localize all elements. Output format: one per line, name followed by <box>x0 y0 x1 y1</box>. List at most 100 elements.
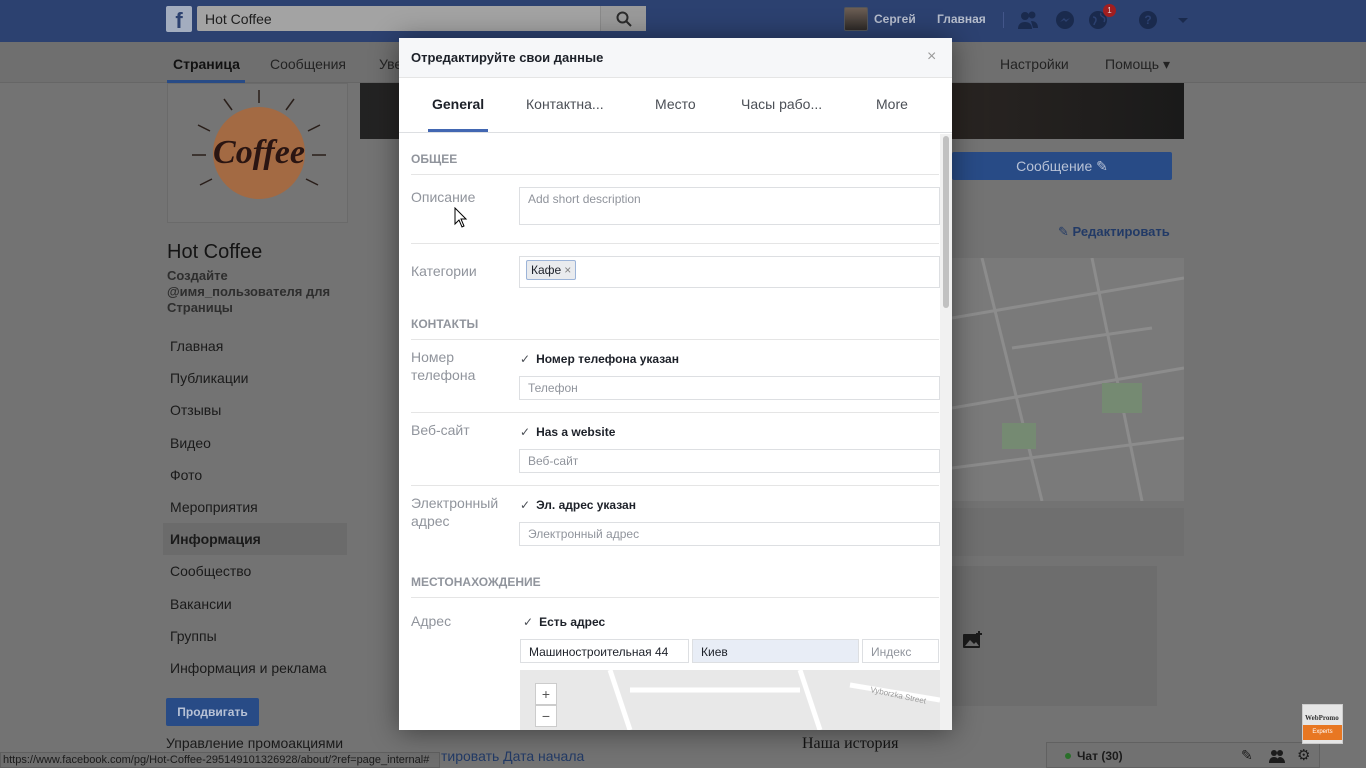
notification-badge: 1 <box>1103 4 1116 17</box>
checkmark-icon: ✓ <box>520 425 531 439</box>
dialog-title: Отредактируйте свои данные <box>411 50 604 65</box>
street-input[interactable]: Машиностроительная 44 <box>520 639 689 663</box>
message-button[interactable]: Сообщение ✎ <box>952 152 1172 180</box>
dialog-content: ОБЩЕЕ Описание Add short description Кат… <box>399 134 940 730</box>
website-checkbox[interactable]: ✓ Has a website <box>520 425 615 439</box>
phone-checkbox[interactable]: ✓ Номер телефона указан <box>520 352 679 366</box>
tab-more[interactable]: More <box>876 96 908 112</box>
city-input[interactable]: Киев <box>692 639 859 663</box>
sidebar-item-posts[interactable]: Публикации <box>163 362 347 394</box>
address-label: Адрес <box>411 613 452 629</box>
svg-text:?: ? <box>1144 13 1151 27</box>
close-icon[interactable]: × <box>927 48 936 66</box>
sidebar-item-home[interactable]: Главная <box>163 330 347 362</box>
home-link[interactable]: Главная <box>937 12 986 26</box>
group-chat-icon[interactable] <box>1269 748 1285 764</box>
edit-start-date-link[interactable]: тировать Дата начала <box>441 748 584 764</box>
categories-label: Категории <box>411 263 477 279</box>
email-checkbox-label: Эл. адрес указан <box>536 498 636 512</box>
profile-link[interactable]: Сергей <box>874 12 916 26</box>
add-photo-icon[interactable] <box>962 630 984 650</box>
email-label: Электронный адрес <box>411 495 499 529</box>
map-streets-graphic <box>952 258 1184 501</box>
compose-icon[interactable]: ✎ <box>1241 747 1253 764</box>
search-input[interactable]: Hot Coffee <box>205 11 272 27</box>
tab-contacts[interactable]: Контактна... <box>526 96 604 112</box>
tab-general[interactable]: General <box>432 96 484 112</box>
search-button[interactable] <box>600 6 646 31</box>
messenger-icon[interactable] <box>1054 9 1076 31</box>
friends-icon[interactable] <box>1017 9 1039 31</box>
zip-input[interactable]: Индекс <box>862 639 939 663</box>
edit-link-label: Редактировать <box>1072 224 1170 239</box>
dialog-tabs: General Контактна... Место Часы рабо... … <box>399 78 952 133</box>
category-tag: Кафе × <box>526 260 577 280</box>
search-box[interactable]: Hot Coffee <box>197 6 646 31</box>
location-map[interactable] <box>952 258 1184 501</box>
sidebar-item-community[interactable]: Сообщество <box>163 555 347 587</box>
description-input[interactable]: Add short description <box>519 187 940 225</box>
map-zoom-in-button[interactable]: + <box>535 683 557 705</box>
avatar[interactable] <box>844 7 868 31</box>
promote-button[interactable]: Продвигать <box>166 698 259 726</box>
logo-text: Coffee <box>213 134 305 171</box>
address-checkbox-label: Есть адрес <box>539 615 606 629</box>
caret-down-icon[interactable] <box>1172 9 1194 31</box>
website-placeholder: Веб-сайт <box>528 454 579 468</box>
chat-bar[interactable]: Чат (30) ✎ ⚙ <box>1046 742 1320 768</box>
info-panel <box>952 508 1184 556</box>
tab-hours[interactable]: Часы рабо... <box>741 96 822 112</box>
left-nav: Главная Публикации Отзывы Видео Фото Мер… <box>163 330 347 684</box>
sidebar-item-reviews[interactable]: Отзывы <box>163 394 347 426</box>
divider <box>1003 12 1004 28</box>
sidebar-item-photos[interactable]: Фото <box>163 459 347 491</box>
divider <box>411 243 939 244</box>
tab-settings[interactable]: Настройки <box>1000 56 1069 72</box>
tab-messages[interactable]: Сообщения <box>270 56 346 72</box>
email-checkbox[interactable]: ✓ Эл. адрес указан <box>520 498 636 512</box>
watermark-logo: WebPromo Experts <box>1302 704 1343 744</box>
edit-page-info-link[interactable]: ✎ Редактировать <box>1058 224 1170 240</box>
tab-help[interactable]: Помощь ▾ <box>1105 56 1170 73</box>
sidebar-item-videos[interactable]: Видео <box>163 427 347 459</box>
description-placeholder: Add short description <box>528 192 641 206</box>
gear-icon[interactable]: ⚙ <box>1297 746 1310 764</box>
manage-promotions-link[interactable]: Управление промоакциями <box>166 735 343 751</box>
address-map[interactable]: Vyborzka Street + − <box>520 670 940 730</box>
help-icon[interactable]: ? <box>1137 9 1159 31</box>
tab-page[interactable]: Страница <box>173 56 240 72</box>
remove-tag-icon[interactable]: × <box>564 263 571 277</box>
dialog-scrollbar-thumb[interactable] <box>943 136 949 308</box>
phone-label: Номер телефона <box>411 349 476 383</box>
divider <box>411 412 939 413</box>
sidebar-item-info-ads[interactable]: Информация и реклама <box>163 652 347 684</box>
sidebar-item-about[interactable]: Информация <box>163 523 347 556</box>
sidebar-item-groups[interactable]: Группы <box>163 620 347 652</box>
divider <box>411 339 939 340</box>
map-streets-graphic: Vyborzka Street <box>607 670 940 730</box>
description-label: Описание <box>411 189 476 205</box>
online-indicator <box>1065 753 1071 759</box>
phone-input[interactable]: Телефон <box>519 376 940 400</box>
divider <box>411 597 939 598</box>
create-username-link[interactable]: Создайте @имя_пользователя для Страницы <box>167 268 352 316</box>
website-input[interactable]: Веб-сайт <box>519 449 940 473</box>
our-story-heading: Наша история <box>802 735 899 752</box>
tab-location[interactable]: Место <box>655 96 696 112</box>
city-value: Киев <box>701 645 728 659</box>
page-title[interactable]: Hot Coffee <box>167 241 262 264</box>
watermark-top: WebPromo <box>1305 714 1339 722</box>
checkmark-icon: ✓ <box>523 615 534 629</box>
divider <box>411 485 939 486</box>
sidebar-item-jobs[interactable]: Вакансии <box>163 588 347 620</box>
categories-input[interactable]: Кафе × <box>519 256 940 288</box>
phone-placeholder: Телефон <box>528 381 578 395</box>
email-input[interactable]: Электронный адрес <box>519 522 940 546</box>
facebook-logo-icon[interactable]: f <box>166 6 192 32</box>
checkmark-icon: ✓ <box>520 352 531 366</box>
sidebar-item-events[interactable]: Мероприятия <box>163 491 347 523</box>
pencil-icon: ✎ <box>1096 158 1108 174</box>
edit-info-dialog: Отредактируйте свои данные × General Кон… <box>399 38 952 730</box>
address-checkbox[interactable]: ✓ Есть адрес <box>523 615 605 629</box>
map-zoom-out-button[interactable]: − <box>535 705 557 727</box>
